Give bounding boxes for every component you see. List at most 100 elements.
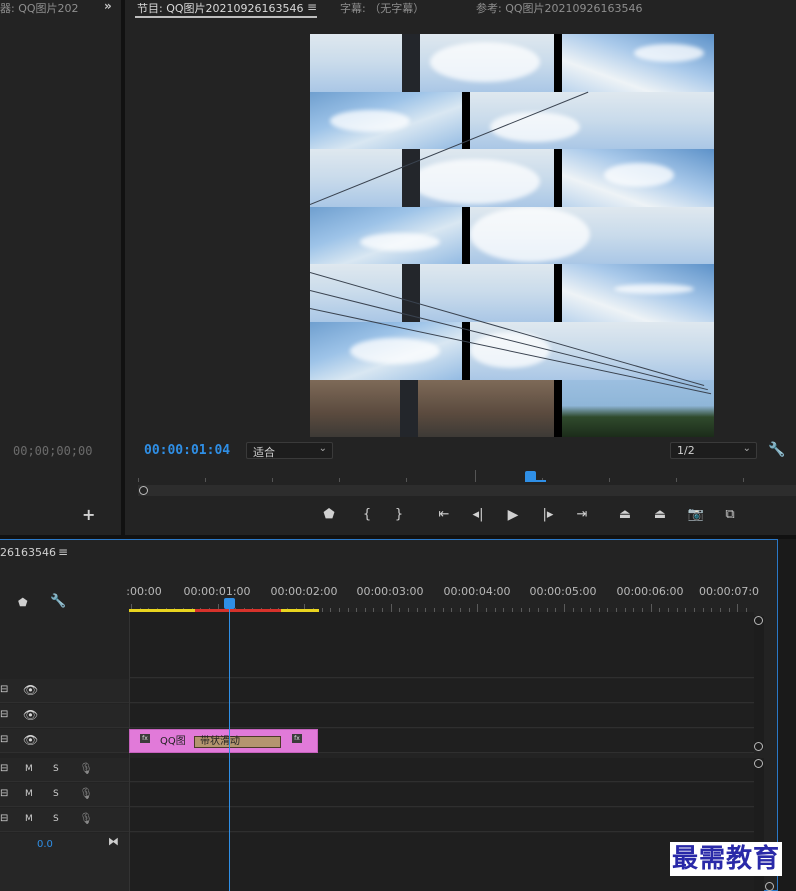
ruler-label: 00:00:04:00 [443, 585, 511, 598]
master-volume-value[interactable]: 0.0 [37, 839, 53, 850]
preview-strip [310, 149, 554, 207]
timeline-settings-wrench-icon[interactable]: 🔧 [50, 594, 66, 609]
scroll-handle-top[interactable] [754, 616, 763, 625]
track-lane-v2[interactable] [129, 704, 754, 728]
tab-reference-monitor[interactable]: 参考: QQ图片20210926163546 [476, 0, 643, 17]
lift-icon[interactable]: ⏏ [615, 506, 635, 524]
tab-program-monitor[interactable]: 节目: QQ图片20210926163546 [137, 0, 304, 17]
track-target-icon[interactable]: ⊟ [0, 763, 8, 774]
track-target-icon[interactable]: ⊟ [0, 684, 8, 695]
track-target-icon[interactable]: ⊟ [0, 813, 8, 824]
preview-strip [554, 264, 714, 322]
preview-strip [310, 379, 554, 437]
ruler-tick [477, 604, 479, 612]
preview-strip [310, 34, 554, 92]
scroll-handle-bottom[interactable] [765, 882, 774, 891]
timeline-playhead-line [229, 605, 230, 891]
scroll-handle-bottom[interactable] [754, 742, 763, 751]
microphone-icon[interactable]: 🎙 [79, 762, 93, 775]
timeline-right-gutter [778, 539, 796, 891]
ruler-tick [650, 604, 652, 612]
wrench-settings-icon[interactable]: 🔧 [768, 442, 785, 458]
track-lane-a3[interactable] [129, 808, 754, 832]
mark-out-icon[interactable]: } [389, 506, 409, 524]
source-monitor-tab[interactable]: 器: QQ图片202 » [0, 0, 121, 16]
ruler-label: 00:00:03:00 [356, 585, 424, 598]
track-target-icon[interactable]: ⊟ [0, 788, 8, 799]
solo-button[interactable]: S [53, 764, 59, 774]
preview-strip [310, 91, 470, 150]
timeline-empty-area [129, 612, 754, 678]
preview-strip [554, 34, 714, 92]
track-lane-v3[interactable] [129, 679, 754, 703]
ruler-label: 00:00:02:00 [270, 585, 338, 598]
ruler-label: 00:00:01:00 [183, 585, 251, 598]
timeline-time-ruler[interactable]: :00:00 00:00:01:00 00:00:02:00 00:00:03:… [126, 580, 759, 612]
preview-strip [310, 322, 470, 380]
video-tracks-scrollbar[interactable] [754, 616, 764, 750]
clip-name: QQ图 [160, 736, 186, 747]
transition-label: 带状滑动 [200, 736, 240, 747]
master-track-toggle-icon[interactable]: ⧓ [108, 835, 119, 848]
zoom-scroll-bar[interactable] [138, 485, 796, 496]
timeline-playhead[interactable] [224, 598, 235, 609]
extract-icon[interactable]: ⏏ [650, 506, 670, 524]
track-lane-a1[interactable] [129, 758, 754, 782]
track-lane-a2[interactable] [129, 783, 754, 807]
preview-strip [554, 149, 714, 207]
sequence-tab[interactable]: 26163546 [0, 546, 56, 559]
microphone-icon[interactable]: 🎙 [79, 812, 93, 825]
add-button-icon[interactable]: + [82, 505, 95, 524]
add-marker-icon[interactable]: ⬟ [319, 506, 339, 524]
fx-badge-icon: fx [292, 734, 302, 743]
tab-captions[interactable]: 字幕: （无字幕） [340, 0, 424, 17]
solo-button[interactable]: S [53, 814, 59, 824]
zoom-scroll-handle[interactable] [139, 486, 148, 495]
current-timecode[interactable]: 00:00:01:04 [144, 443, 230, 458]
watermark-logo: 最需教育 [670, 842, 783, 876]
expand-panels-icon[interactable]: » [104, 0, 112, 13]
tab-menu-icon[interactable]: ≡ [307, 0, 317, 14]
ruler-tick [564, 604, 565, 612]
video-clip[interactable]: fx QQ图 带状滑动 fx [129, 729, 318, 753]
mute-button[interactable]: M [25, 814, 33, 824]
track-target-icon[interactable]: ⊟ [0, 709, 8, 720]
add-marker-icon[interactable]: ⬟ [18, 596, 28, 609]
zoom-fit-dropdown[interactable]: 适合 ⌄ [246, 442, 333, 459]
preview-strip [470, 206, 714, 265]
preview-strip [470, 91, 714, 150]
ruler-label: :00:00 [126, 585, 162, 598]
comparison-view-icon[interactable]: ⧉ [720, 506, 740, 524]
transition-band-slide[interactable]: 带状滑动 [194, 736, 281, 748]
ruler-label: 00:00:06:00 [616, 585, 684, 598]
mute-button[interactable]: M [25, 789, 33, 799]
program-mini-timeline-ruler[interactable] [138, 470, 796, 482]
scroll-handle-top[interactable] [754, 759, 763, 768]
fx-badge-icon: fx [140, 734, 150, 743]
playback-resolution-dropdown[interactable]: 1/2 ⌄ [670, 442, 757, 459]
program-playhead-range [530, 480, 546, 482]
ruler-tick [737, 604, 739, 612]
sequence-tab-menu-icon[interactable]: ≡ [58, 545, 68, 559]
track-lane-master[interactable] [129, 833, 754, 891]
play-icon[interactable]: ▶ [503, 506, 523, 524]
microphone-icon[interactable]: 🎙 [79, 787, 93, 800]
step-back-icon[interactable]: ◂| [468, 506, 488, 524]
track-target-icon[interactable]: ⊟ [0, 734, 8, 745]
mute-button[interactable]: M [25, 764, 33, 774]
export-frame-icon[interactable]: 📷 [686, 506, 706, 524]
ruler-tick [390, 604, 392, 612]
eye-icon[interactable]: 👁 [23, 708, 38, 722]
chevron-down-icon: ⌄ [742, 443, 751, 454]
source-tab-label: 器: QQ图片202 [0, 2, 79, 15]
source-timecode[interactable]: 00;00;00;00 [13, 444, 92, 458]
go-to-out-icon[interactable]: ⇥ [572, 506, 592, 524]
solo-button[interactable]: S [53, 789, 59, 799]
program-video-preview[interactable] [310, 34, 714, 437]
step-forward-icon[interactable]: |▸ [538, 506, 558, 524]
eye-icon[interactable]: 👁 [23, 683, 38, 697]
eye-icon[interactable]: 👁 [23, 733, 38, 747]
preview-strip [310, 264, 554, 322]
mark-in-icon[interactable]: { [357, 506, 377, 524]
go-to-in-icon[interactable]: ⇤ [434, 506, 454, 524]
